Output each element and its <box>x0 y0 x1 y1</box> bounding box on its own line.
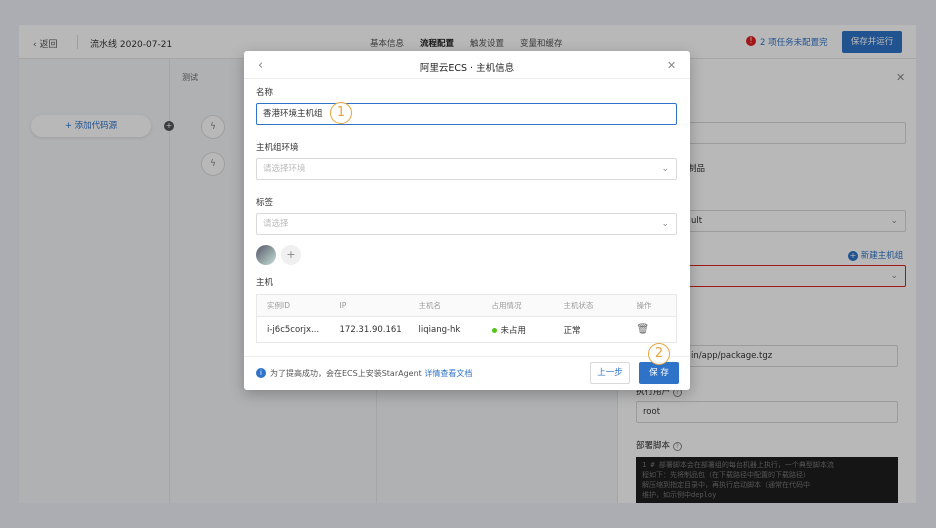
status-dot <box>491 327 497 333</box>
divider <box>244 356 690 357</box>
column-header: 主机状态 <box>553 294 627 317</box>
info-icon: i <box>256 368 266 378</box>
divider <box>244 78 690 79</box>
host-info-modal: ‹ 阿里云ECS · 主机信息 ✕ 名称 香港环境主机组 主机组环境 请选择环境… <box>244 51 690 390</box>
host-status: 正常 <box>563 325 581 336</box>
column-header: 操作 <box>626 294 677 317</box>
column-header: 占用情况 <box>481 294 554 317</box>
modal-title: 阿里云ECS · 主机信息 <box>419 63 515 74</box>
host-ip: 172.31.90.161 <box>339 324 402 335</box>
delete-icon[interactable]: 🗑 <box>627 317 677 343</box>
column-header: IP <box>329 294 409 317</box>
instance-id: i-j6c5corjx... <box>267 324 320 335</box>
callout-marker-2: 2 <box>648 343 670 365</box>
name-label: 名称 <box>256 88 274 98</box>
table-header-row: 实例ID IP 主机名 占用情况 主机状态 操作 <box>256 294 677 317</box>
save-button[interactable]: 保 存 <box>639 362 679 384</box>
host-label: 主机 <box>256 278 274 288</box>
chevron-down-icon: ⌄ <box>661 164 669 174</box>
docs-link[interactable]: 详情查看文档 <box>424 369 472 378</box>
usage-status: 未占用 <box>482 317 554 343</box>
avatar[interactable] <box>256 245 276 265</box>
host-name: liqiang-hk <box>418 324 461 335</box>
env-label: 主机组环境 <box>256 143 299 153</box>
host-table: 实例ID IP 主机名 占用情况 主机状态 操作 i-j6c5corjx... … <box>256 294 677 343</box>
prev-step-button[interactable]: 上一步 <box>590 362 630 384</box>
footer-info: 为了提高成功，会在ECS上安装StarAgent 详情查看文档 <box>270 369 473 378</box>
chevron-down-icon: ⌄ <box>661 219 669 229</box>
table-row: i-j6c5corjx... 172.31.90.161 liqiang-hk … <box>257 317 677 343</box>
env-select[interactable]: 请选择环境 ⌄ <box>256 158 677 180</box>
add-member-button[interactable]: + <box>281 245 301 265</box>
callout-marker-1: 1 <box>330 102 352 124</box>
name-input[interactable]: 香港环境主机组 <box>256 103 677 125</box>
column-header: 实例ID <box>256 294 330 317</box>
column-header: 主机名 <box>408 294 482 317</box>
tag-select[interactable]: 请选择 ⌄ <box>256 213 677 235</box>
close-icon[interactable]: ✕ <box>667 59 676 72</box>
tag-label: 标签 <box>256 198 274 208</box>
